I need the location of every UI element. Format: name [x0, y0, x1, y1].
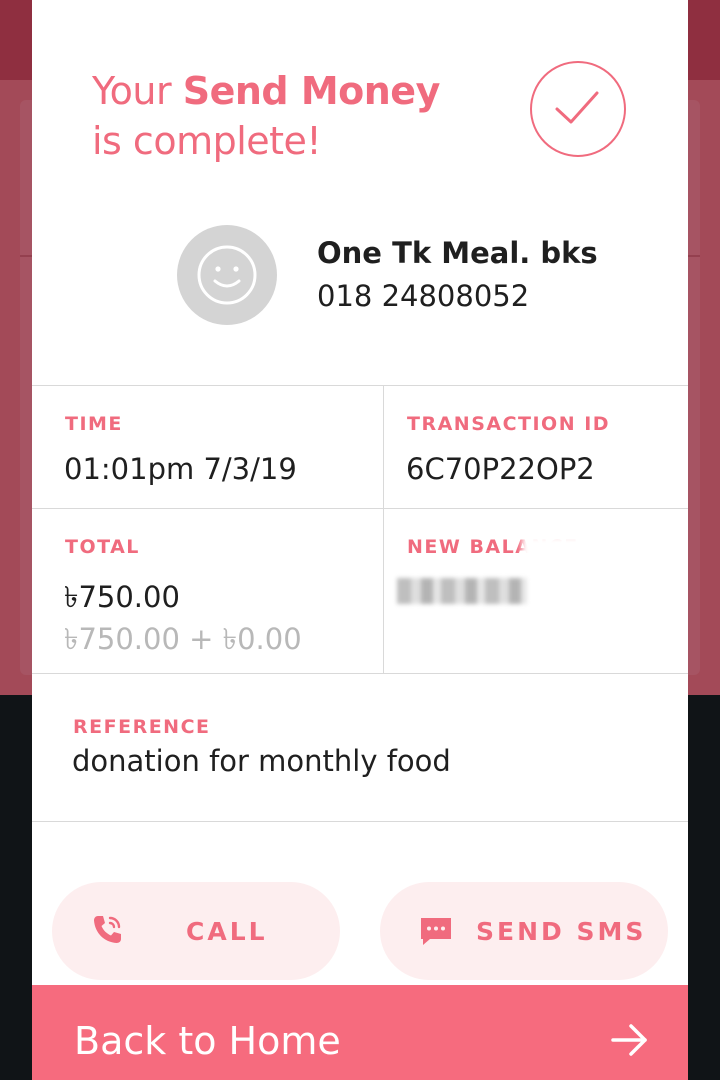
call-button-label: CALL — [186, 917, 268, 946]
success-headline: Your Send Money is complete! — [92, 66, 492, 166]
back-to-home-label: Back to Home — [74, 1019, 341, 1063]
success-check-icon — [530, 61, 626, 157]
smiley-face-icon — [197, 245, 257, 305]
time-value: 01:01pm 7/3/19 — [64, 452, 297, 486]
divider — [32, 508, 688, 509]
recipient-avatar — [177, 225, 277, 325]
transaction-id-value: 6C70P22OP2 — [406, 452, 595, 486]
back-to-home-button[interactable]: Back to Home — [32, 985, 688, 1080]
total-label: TOTAL — [65, 536, 140, 558]
send-money-receipt-dialog: Your Send Money is complete! One Tk Meal… — [32, 0, 688, 1080]
send-sms-button[interactable]: SEND SMS — [380, 882, 668, 980]
reference-value: donation for monthly food — [72, 744, 451, 778]
time-label: TIME — [65, 413, 123, 435]
blur-overlay — [522, 536, 592, 560]
headline-prefix: Your — [92, 69, 183, 113]
total-breakdown: ৳750.00 + ৳0.00 — [64, 622, 302, 656]
message-icon — [421, 918, 451, 945]
new-balance-value-blurred — [397, 578, 527, 604]
phone-icon — [94, 916, 121, 943]
send-sms-button-label: SEND SMS — [476, 917, 647, 946]
call-button[interactable]: CALL — [52, 882, 340, 980]
recipient-number: 018 24808052 — [317, 279, 530, 313]
recipient-name: One Tk Meal. bks — [317, 236, 598, 270]
transaction-id-label: TRANSACTION ID — [407, 413, 611, 435]
divider — [32, 673, 688, 674]
divider — [32, 385, 688, 386]
headline-service: Send Money — [182, 69, 441, 113]
divider — [32, 821, 688, 822]
arrow-right-icon — [611, 1024, 647, 1056]
headline-suffix: is complete! — [92, 119, 322, 163]
reference-label: REFERENCE — [73, 716, 211, 738]
column-divider — [383, 385, 384, 673]
